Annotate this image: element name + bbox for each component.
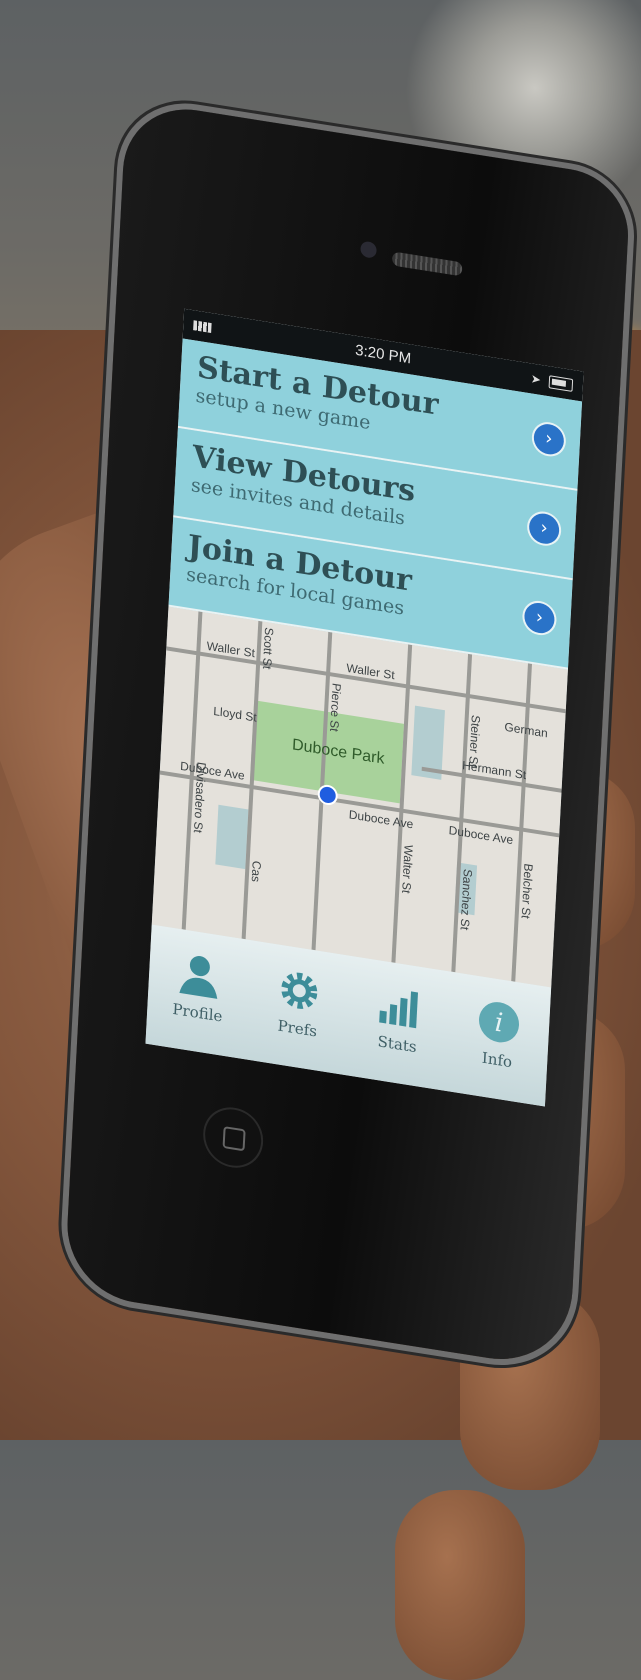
phone-screen: 3:20 PM ➤ Start a Detour setup a new gam… [145,308,584,1107]
street-label: Walter St [399,843,416,895]
street-label: Cas [248,859,264,884]
tab-prefs[interactable]: Prefs [257,962,341,1044]
svg-text:i: i [494,1008,504,1039]
bar-chart-icon [379,991,419,1029]
finger [395,1490,525,1680]
tab-label: Info [481,1048,513,1072]
tab-stats[interactable]: Stats [357,977,441,1059]
earpiece-speaker [391,251,463,277]
road [511,663,532,982]
tab-profile[interactable]: Profile [157,946,241,1028]
location-icon: ➤ [530,371,542,387]
street-label: Scott St [259,626,277,671]
gear-icon [281,972,318,1009]
home-square-icon [222,1126,246,1152]
tab-label: Prefs [277,1016,318,1041]
street-label: Pierce St [327,682,344,733]
info-icon: i [479,1002,520,1043]
tab-label: Profile [171,999,223,1026]
tab-label: Stats [377,1032,418,1057]
street-label: Lloyd St [212,703,258,725]
person-icon [179,956,218,999]
tab-info[interactable]: i Info [457,993,541,1075]
street-label: Divisadero St [190,760,209,835]
map-block [215,804,249,870]
road [391,644,413,963]
street-label: Belcher St [518,862,536,920]
map-view[interactable]: Waller St Waller St Lloyd St Duboce Ave … [151,606,568,988]
home-button[interactable] [201,1103,265,1173]
street-label: Sanchez St [457,868,475,932]
street-label: Steiner St [466,714,483,769]
iphone: 3:20 PM ➤ Start a Detour setup a new gam… [63,99,632,1371]
front-camera [360,240,377,259]
